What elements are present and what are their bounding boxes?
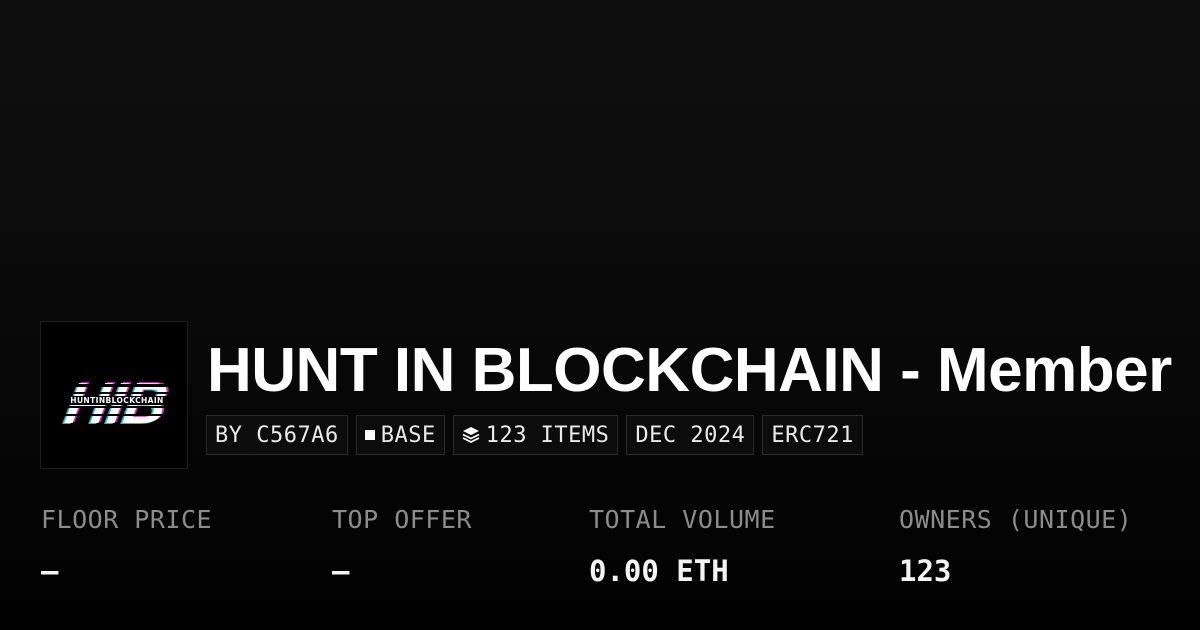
- creator-badge[interactable]: BY C567A6: [206, 415, 348, 455]
- stat-value: 123: [899, 554, 952, 588]
- stat-label: TOP OFFER: [332, 505, 472, 534]
- standard-badge: ERC721: [762, 415, 863, 455]
- hib-logo-icon: HIB HIB HIB HUNTINBLOCKCHAIN: [59, 370, 181, 437]
- stat-owners: OWNERS (UNIQUE) 123: [899, 505, 1132, 588]
- stat-label: OWNERS (UNIQUE): [899, 505, 1133, 534]
- stat-value: —: [41, 554, 59, 588]
- date-label: DEC 2024: [635, 422, 746, 448]
- collection-stats: FLOOR PRICE — TOP OFFER — TOTAL VOLUME 0…: [0, 505, 1200, 605]
- chain-badge[interactable]: BASE: [355, 415, 445, 455]
- items-label: 123 ITEMS: [485, 422, 610, 448]
- stat-label: FLOOR PRICE: [41, 505, 213, 534]
- date-badge: DEC 2024: [626, 415, 755, 455]
- stat-label: TOTAL VOLUME: [589, 505, 776, 534]
- collection-title: HUNT IN BLOCKCHAIN - Member: [207, 336, 1172, 405]
- standard-label: ERC721: [771, 422, 854, 448]
- collection-logo: HIB HIB HIB HUNTINBLOCKCHAIN: [40, 321, 188, 469]
- base-chain-square-icon: [364, 430, 375, 440]
- creator-label: BY C567A6: [215, 422, 339, 448]
- chain-label: BASE: [380, 422, 436, 448]
- stat-total-volume: TOTAL VOLUME 0.00 ETH: [589, 505, 776, 588]
- stat-top-offer: TOP OFFER —: [332, 505, 472, 588]
- logo-subtext: HUNTINBLOCKCHAIN: [70, 396, 163, 405]
- layers-icon: [462, 427, 480, 444]
- stat-value: 0.00 ETH: [589, 554, 729, 588]
- items-badge: 123 ITEMS: [452, 415, 619, 455]
- stat-floor-price: FLOOR PRICE —: [41, 505, 212, 588]
- collection-badges: BY C567A6 BASE 123 ITEMS DEC 2024 ERC721: [206, 415, 863, 455]
- stat-value: —: [332, 554, 350, 588]
